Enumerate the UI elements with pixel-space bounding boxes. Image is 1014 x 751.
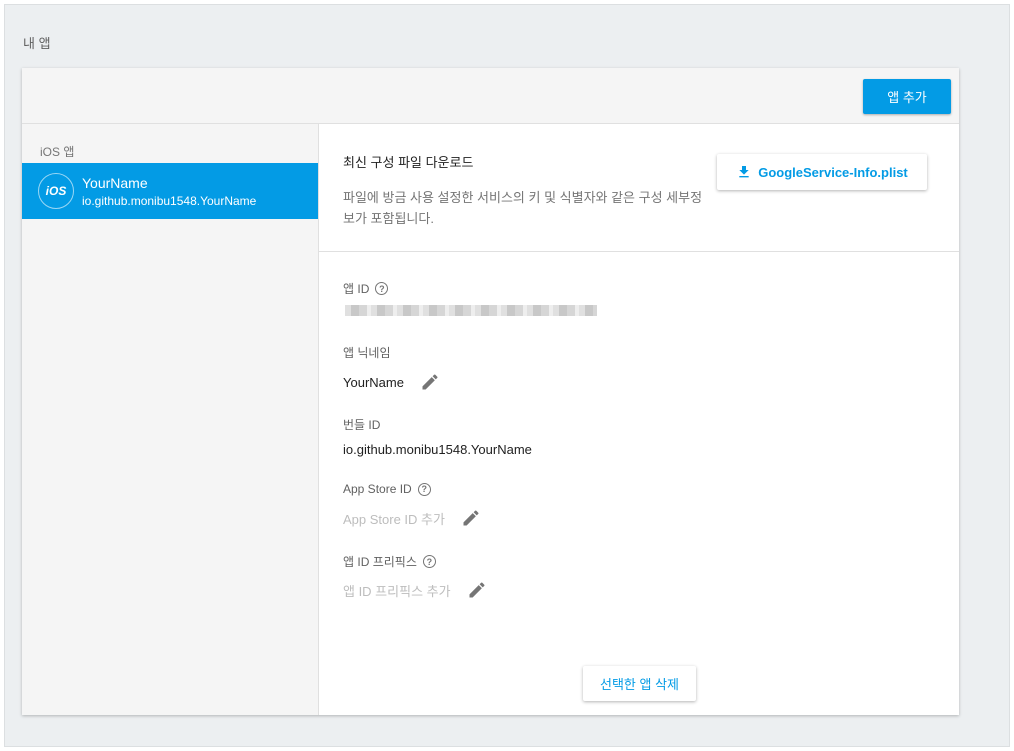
section-title: 내 앱	[23, 36, 51, 51]
help-icon[interactable]: ?	[417, 482, 431, 496]
download-icon	[739, 166, 749, 178]
app-store-id-row: App Store ID 추가	[343, 508, 481, 528]
sidebar-item-app[interactable]: iOS YourName io.github.monibu1548.YourNa…	[22, 163, 318, 219]
nickname-label: 앱 닉네임	[343, 344, 391, 361]
bundle-id-row: io.github.monibu1548.YourName	[343, 442, 532, 457]
download-description: 파일에 방금 사용 설정한 서비스의 키 및 식별자와 같은 구성 세부정보가 …	[343, 190, 703, 226]
app-id-prefix-label: 앱 ID 프리픽스 ?	[343, 553, 436, 570]
pencil-icon[interactable]	[467, 580, 487, 600]
help-icon[interactable]: ?	[375, 282, 389, 295]
app-store-id-label: App Store ID ?	[343, 482, 431, 496]
app-id-prefix-label-text: 앱 ID 프리픽스	[343, 555, 417, 569]
app-id-value-redacted	[345, 305, 597, 316]
sidebar-header: iOS 앱	[40, 145, 75, 159]
download-section: 최신 구성 파일 다운로드 파일에 방금 사용 설정한 서비스의 키 및 식별자…	[319, 124, 959, 252]
app-id-prefix-row: 앱 ID 프리픽스 추가	[343, 580, 487, 600]
download-config-button[interactable]: GoogleService-Info.plist	[717, 154, 927, 190]
app-name: YourName	[82, 175, 148, 191]
app-store-id-label-text: App Store ID	[343, 482, 412, 496]
app-sidebar: iOS 앱 iOS YourName io.github.monibu1548.…	[22, 124, 319, 715]
download-title: 최신 구성 파일 다운로드	[343, 155, 474, 170]
pencil-icon[interactable]	[461, 508, 481, 528]
card-header: 앱 추가	[22, 68, 959, 124]
nickname-label-text: 앱 닉네임	[343, 346, 391, 360]
apps-card: 앱 추가 iOS 앱 iOS YourName io.github.monibu…	[22, 68, 959, 715]
nickname-value: YourName	[343, 374, 404, 390]
app-bundle-id: io.github.monibu1548.YourName	[82, 194, 257, 208]
add-app-button[interactable]: 앱 추가	[863, 79, 951, 114]
app-details: 최신 구성 파일 다운로드 파일에 방금 사용 설정한 서비스의 키 및 식별자…	[319, 124, 959, 715]
pencil-icon[interactable]	[420, 372, 440, 392]
ios-icon: iOS	[38, 173, 74, 209]
app-store-id-placeholder[interactable]: App Store ID 추가	[343, 509, 445, 528]
bundle-id-label-text: 번들 ID	[343, 418, 381, 432]
bundle-id-label: 번들 ID	[343, 416, 380, 433]
delete-app-button[interactable]: 선택한 앱 삭제	[583, 666, 696, 701]
help-icon[interactable]: ?	[422, 555, 436, 568]
app-id-prefix-placeholder[interactable]: 앱 ID 프리픽스 추가	[343, 581, 451, 600]
app-id-label-text: 앱 ID	[343, 282, 370, 296]
app-id-label: 앱 ID ?	[343, 280, 389, 297]
page-container: 내 앱 앱 추가 iOS 앱 iOS YourName io.github.mo…	[4, 4, 1010, 747]
nickname-row: YourName	[343, 372, 440, 392]
download-button-label: GoogleService-Info.plist	[758, 164, 908, 180]
bundle-id-value: io.github.monibu1548.YourName	[343, 442, 532, 457]
